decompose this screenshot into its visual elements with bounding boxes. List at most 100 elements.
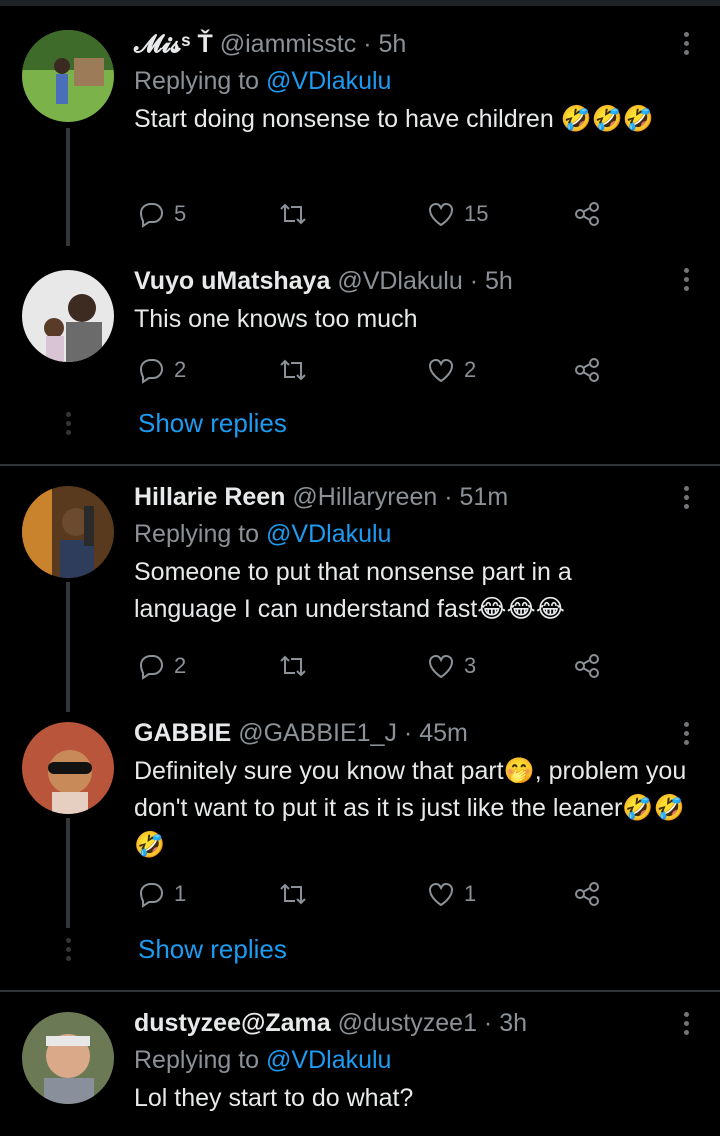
more-icon[interactable]: [680, 486, 692, 516]
separator-dot: ·: [403, 719, 413, 747]
user-handle[interactable]: @dustyzee1: [338, 1009, 477, 1037]
like-count: 15: [464, 201, 489, 226]
retweet-icon: [280, 203, 306, 225]
more-icon[interactable]: [680, 1012, 692, 1042]
divider: [0, 990, 720, 992]
reply-count: 5: [174, 201, 187, 226]
thread-dots: [66, 938, 71, 965]
reply-icon: [139, 203, 164, 228]
timestamp[interactable]: 5h: [378, 30, 406, 58]
replying-label: Replying to: [134, 1046, 260, 1074]
separator-dot: ·: [469, 267, 479, 295]
reply-button[interactable]: 2: [136, 648, 186, 684]
thread-line: [66, 582, 70, 712]
retweet-icon: [280, 359, 306, 381]
like-button[interactable]: 1: [426, 876, 476, 912]
replying-label: Replying to: [134, 67, 260, 95]
share-button[interactable]: [572, 876, 602, 912]
replying-label: Replying to: [134, 520, 260, 548]
thread-line: [66, 818, 70, 928]
divider: [0, 464, 720, 466]
avatar[interactable]: [22, 722, 114, 814]
heart-icon: [428, 358, 454, 383]
thread-dots: [66, 412, 71, 439]
heart-icon: [428, 202, 454, 227]
more-icon[interactable]: [680, 268, 692, 298]
tweet-actions: 2 3: [134, 648, 614, 684]
replying-to: Replying to @VDlakulu: [134, 64, 690, 98]
tweet-content: Hillarie Reen @Hillaryreen · 51m Replyin…: [134, 480, 690, 628]
top-divider: [0, 0, 720, 6]
mention-link[interactable]: @VDlakulu: [266, 67, 391, 95]
more-icon[interactable]: [680, 32, 692, 62]
like-count: 3: [464, 653, 477, 678]
avatar[interactable]: [22, 30, 114, 122]
reply-count: 2: [174, 357, 187, 382]
tweet-header: dustyzee@Zama @dustyzee1 · 3h: [134, 1006, 690, 1040]
display-name[interactable]: Hillarie Reen: [134, 483, 285, 511]
share-icon: [575, 358, 599, 382]
share-icon: [575, 882, 599, 906]
tweet-header: GABBIE @GABBIE1_J · 45m: [134, 716, 690, 750]
reply-icon: [139, 883, 164, 908]
retweet-button[interactable]: [278, 352, 308, 388]
tweet-header: Vuyo uMatshaya @VDlakulu · 5h: [134, 264, 690, 298]
reply-button[interactable]: 5: [136, 196, 186, 232]
avatar[interactable]: [22, 270, 114, 362]
user-handle[interactable]: @VDlakulu: [337, 267, 462, 295]
tweet-content: 𝓜𝓲𝓼ˢ Ť @iammisstc · 5h Replying to @VDla…: [134, 27, 690, 138]
like-button[interactable]: 15: [426, 196, 488, 232]
replying-to: Replying to @VDlakulu: [134, 1043, 690, 1077]
tweet-header: 𝓜𝓲𝓼ˢ Ť @iammisstc · 5h: [134, 27, 690, 61]
tweet-text: This one knows too much: [134, 305, 418, 333]
like-count: 1: [464, 881, 477, 906]
reply-button[interactable]: 1: [136, 876, 186, 912]
reply-count: 2: [174, 653, 187, 678]
mention-link[interactable]: @VDlakulu: [266, 520, 391, 548]
tweet-text: Lol they start to do what?: [134, 1084, 414, 1112]
user-handle[interactable]: @GABBIE1_J: [238, 719, 397, 747]
retweet-icon: [280, 883, 306, 905]
mention-link[interactable]: @VDlakulu: [266, 1046, 391, 1074]
heart-icon: [428, 882, 454, 907]
retweet-button[interactable]: [278, 196, 308, 232]
tweet-actions: 2 2: [134, 352, 614, 388]
like-button[interactable]: 3: [426, 648, 476, 684]
share-button[interactable]: [572, 648, 602, 684]
share-button[interactable]: [572, 352, 602, 388]
retweet-button[interactable]: [278, 876, 308, 912]
retweet-button[interactable]: [278, 648, 308, 684]
show-replies-link[interactable]: Show replies: [138, 408, 287, 439]
reply-icon: [139, 359, 164, 384]
display-name[interactable]: Vuyo uMatshaya: [134, 267, 330, 295]
user-handle[interactable]: @Hillaryreen: [292, 483, 437, 511]
avatar[interactable]: [22, 1012, 114, 1104]
tweet-text: Someone to put that nonsense part in a l…: [134, 558, 572, 623]
share-icon: [575, 202, 599, 226]
tweet-content: GABBIE @GABBIE1_J · 45m Definitely sure …: [134, 716, 690, 864]
share-icon: [575, 654, 599, 678]
share-button[interactable]: [572, 196, 602, 232]
timestamp[interactable]: 3h: [499, 1009, 527, 1037]
timestamp[interactable]: 45m: [419, 719, 468, 747]
reply-count: 1: [174, 881, 187, 906]
reply-button[interactable]: 2: [136, 352, 186, 388]
tweet-content: dustyzee@Zama @dustyzee1 · 3h Replying t…: [134, 1006, 690, 1117]
avatar[interactable]: [22, 486, 114, 578]
tweet-text: Definitely sure you know that part🤭, pro…: [134, 757, 687, 859]
tweet-content: Vuyo uMatshaya @VDlakulu · 5h This one k…: [134, 264, 690, 338]
display-name[interactable]: GABBIE: [134, 719, 231, 747]
display-name[interactable]: 𝓜𝓲𝓼ˢ Ť: [134, 30, 213, 58]
more-icon[interactable]: [680, 722, 692, 752]
user-handle[interactable]: @iammisstc: [220, 30, 357, 58]
timestamp[interactable]: 51m: [460, 483, 509, 511]
retweet-icon: [280, 655, 306, 677]
display-name[interactable]: dustyzee@Zama: [134, 1009, 331, 1037]
tweet-actions: 5 15: [134, 196, 614, 232]
tweet-actions: 1 1: [134, 876, 614, 912]
separator-dot: ·: [444, 483, 453, 511]
like-button[interactable]: 2: [426, 352, 476, 388]
show-replies-link[interactable]: Show replies: [138, 934, 287, 965]
separator-dot: ·: [363, 30, 372, 58]
timestamp[interactable]: 5h: [485, 267, 513, 295]
